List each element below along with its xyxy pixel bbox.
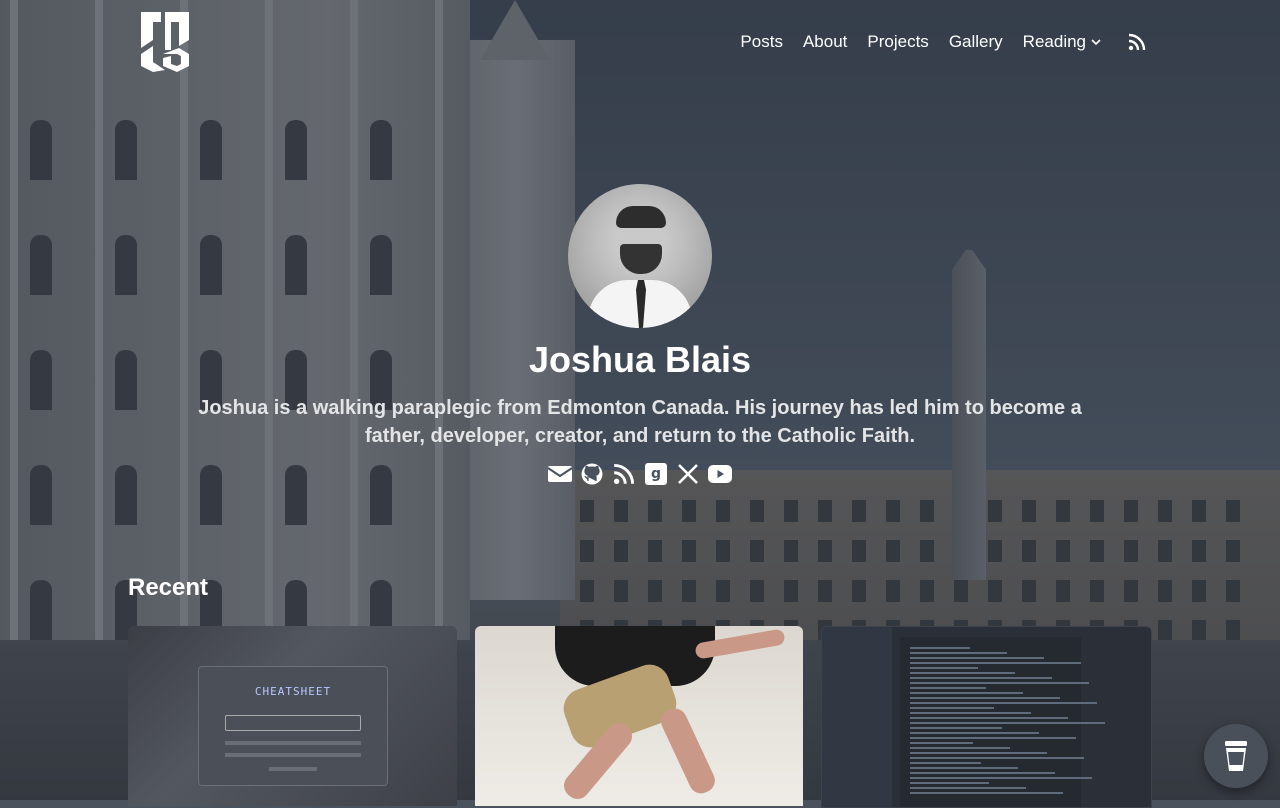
cheatsheet-preview-image: CHEATSHEET xyxy=(198,666,388,786)
chevron-down-icon xyxy=(1091,39,1101,46)
nav-gallery[interactable]: Gallery xyxy=(939,30,1013,54)
nav-posts[interactable]: Posts xyxy=(730,30,793,54)
site-logo[interactable] xyxy=(139,10,191,74)
cheatsheet-preview-text: CHEATSHEET xyxy=(254,685,332,698)
goodreads-icon[interactable]: g xyxy=(644,462,668,486)
rss-feed-link[interactable] xyxy=(1112,33,1156,51)
recent-post-card-photo[interactable] xyxy=(474,626,804,806)
github-icon[interactable] xyxy=(580,462,604,486)
social-links: g xyxy=(0,462,1280,486)
coffee-cup-icon xyxy=(1225,741,1247,771)
nav-reading-dropdown[interactable]: Reading xyxy=(1013,30,1112,54)
recent-post-card-cheatsheet[interactable]: CHEATSHEET xyxy=(128,626,457,806)
nav-reading-label: Reading xyxy=(1022,32,1086,51)
buy-me-a-coffee-button[interactable] xyxy=(1204,724,1268,788)
nav-about[interactable]: About xyxy=(793,30,857,54)
profile-hero: Joshua Blais Joshua is a walking paraple… xyxy=(0,184,1280,486)
profile-bio: Joshua is a walking paraplegic from Edmo… xyxy=(198,397,1082,447)
rss-icon[interactable] xyxy=(612,462,636,486)
youtube-icon[interactable] xyxy=(708,462,732,486)
recent-posts-grid: CHEATSHEET xyxy=(128,626,1153,808)
recent-heading: Recent xyxy=(128,573,209,601)
nav-projects[interactable]: Projects xyxy=(857,30,938,54)
rss-icon xyxy=(1128,33,1146,51)
email-icon[interactable] xyxy=(548,462,572,486)
svg-text:g: g xyxy=(651,466,661,482)
recent-post-card-editor[interactable] xyxy=(821,626,1153,808)
x-icon[interactable] xyxy=(676,462,700,486)
avatar xyxy=(568,184,712,328)
main-nav: Posts About Projects Gallery Reading xyxy=(730,30,1156,54)
profile-name: Joshua Blais xyxy=(528,339,752,380)
site-header: Posts About Projects Gallery Reading xyxy=(0,0,1280,86)
